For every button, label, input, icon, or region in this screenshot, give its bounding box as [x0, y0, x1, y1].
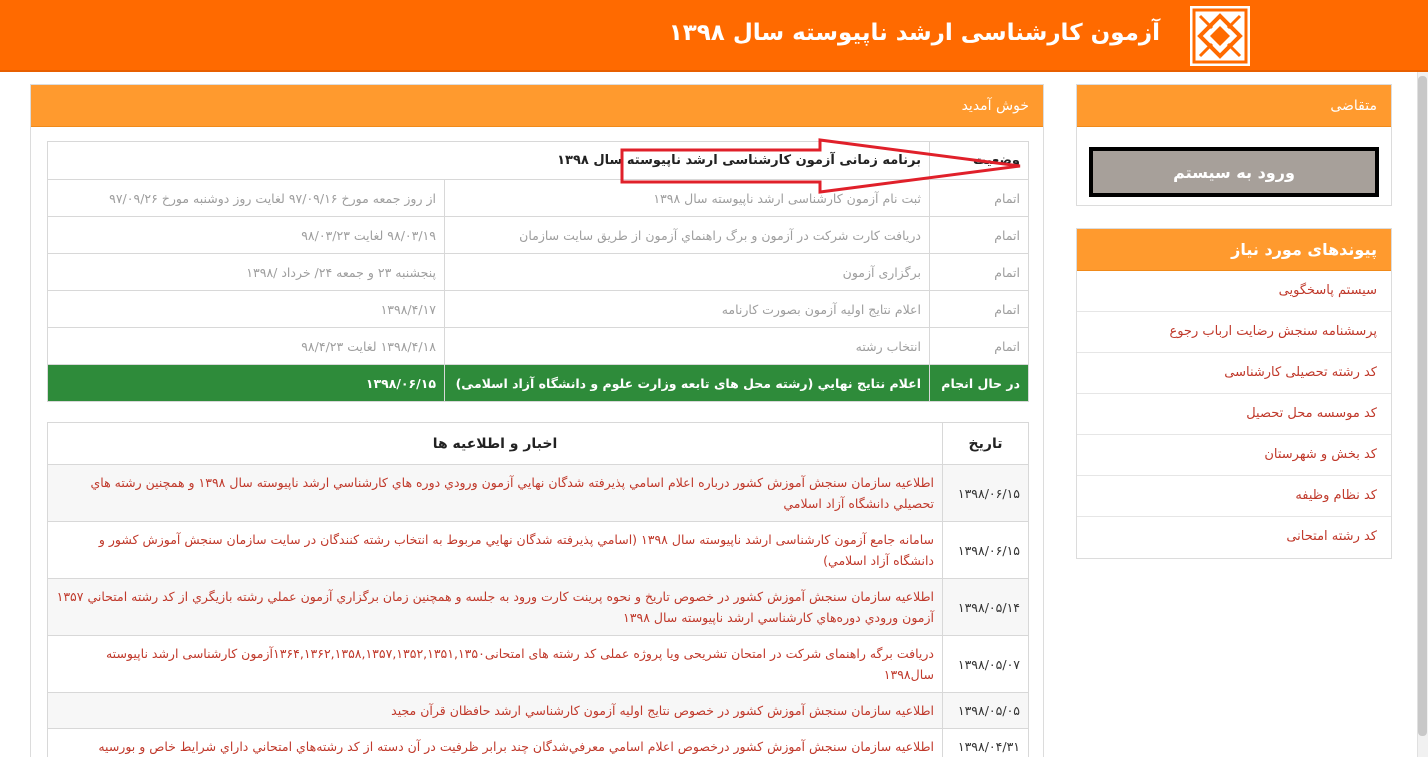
news-date: ۱۳۹۸/۰۴/۳۱	[942, 728, 1029, 757]
schedule-status: اتمام	[929, 290, 1029, 328]
news-row: ۱۳۹۸/۰۵/۰۵ اطلاعيه سازمان سنجش آموزش كشو…	[47, 692, 1029, 729]
schedule-status-header: وضعیت	[929, 141, 1029, 180]
schedule-status: اتمام	[929, 216, 1029, 254]
schedule-header-row: وضعیت برنامه زمانی آزمون کارشناسی ارشد ن…	[47, 141, 1029, 180]
news-header-row: تاریخ اخبار و اطلاعیه ها	[47, 422, 1029, 465]
news-row: ۱۳۹۸/۰۶/۱۵ سامانه جامع آزمون کارشناسی ار…	[47, 521, 1029, 579]
link-exam-field-code[interactable]: کد رشته امتحانی	[1077, 517, 1391, 558]
news-date: ۱۳۹۸/۰۵/۱۴	[942, 578, 1029, 636]
schedule-row: اتمام انتخاب رشته ۱۳۹۸/۴/۱۸ لغایت ۹۸/۴/۲…	[47, 327, 1029, 365]
news-row: ۱۳۹۸/۰۵/۱۴ اطلاعيه سازمان سنجش آموزش كشو…	[47, 578, 1029, 636]
page-scrollbar-thumb[interactable]	[1418, 76, 1427, 736]
sanjesh-logo-icon[interactable]	[1190, 6, 1250, 66]
link-support-system[interactable]: سیستم پاسخگویی	[1077, 271, 1391, 312]
login-button[interactable]: ورود به سیستم	[1089, 147, 1379, 197]
news-table: تاریخ اخبار و اطلاعیه ها ۱۳۹۸/۰۶/۱۵ اطلا…	[47, 422, 1029, 757]
welcome-panel-title: خوش آمدید	[31, 85, 1043, 127]
applicant-panel: متقاضی ورود به سیستم	[1076, 84, 1392, 206]
news-date-header: تاریخ	[942, 422, 1029, 465]
schedule-row-in-progress: در حال انجام اعلام نتايج نهايي (رشته محل…	[47, 364, 1029, 402]
applicant-panel-title: متقاضی	[1077, 85, 1391, 127]
news-link[interactable]: دریافت برگه راهنمای شرکت در امتحان تشریح…	[47, 635, 943, 693]
link-county-code[interactable]: کد بخش و شهرستان	[1077, 435, 1391, 476]
links-panel-title: پیوندهای مورد نیاز	[1077, 229, 1391, 271]
schedule-date: پنجشنبه ۲۳ و جمعه ۲۴/ خرداد /۱۳۹۸	[47, 253, 445, 291]
required-links-panel: پیوندهای مورد نیاز سیستم پاسخگویی پرسشنا…	[1076, 228, 1392, 559]
schedule-title: برگزاری آزمون	[444, 253, 930, 291]
news-link[interactable]: اطلاعيه سازمان سنجش آموزش كشور درباره اع…	[47, 464, 943, 522]
link-satisfaction-survey[interactable]: پرسشنامه سنجش رضایت ارباب رجوع	[1077, 312, 1391, 353]
top-header: آزمون کارشناسی ارشد ناپیوسته سال ۱۳۹۸	[0, 0, 1428, 72]
news-date: ۱۳۹۸/۰۵/۰۷	[942, 635, 1029, 693]
schedule-row: اتمام برگزاری آزمون پنجشنبه ۲۳ و جمعه ۲۴…	[47, 253, 1029, 291]
schedule-table: وضعیت برنامه زمانی آزمون کارشناسی ارشد ن…	[47, 141, 1029, 402]
news-date: ۱۳۹۸/۰۶/۱۵	[942, 464, 1029, 522]
schedule-title-header: برنامه زمانی آزمون کارشناسی ارشد ناپیوست…	[47, 141, 930, 180]
schedule-row: اتمام دریافت کارت شرکت در آزمون و برگ را…	[47, 216, 1029, 254]
news-date: ۱۳۹۸/۰۶/۱۵	[942, 521, 1029, 579]
schedule-date: ۱۳۹۸/۴/۱۷	[47, 290, 445, 328]
schedule-row: اتمام اعلام نتايج اوليه آزمون بصورت کارن…	[47, 290, 1029, 328]
schedule-title: ثبت نام آزمون کارشناسی ارشد ناپیوسته سال…	[444, 179, 930, 217]
news-title-header: اخبار و اطلاعیه ها	[47, 422, 943, 465]
link-institution-code[interactable]: کد موسسه محل تحصیل	[1077, 394, 1391, 435]
news-row: ۱۳۹۸/۰۴/۳۱ اطلاعيه سازمان سنجش آموزش كشو…	[47, 728, 1029, 757]
schedule-date: از روز جمعه مورخ ۹۷/۰۹/۱۶ لغایت روز دوشن…	[47, 179, 445, 217]
schedule-status: در حال انجام	[929, 364, 1029, 402]
news-link[interactable]: اطلاعيه سازمان سنجش آموزش كشور در خصوص ت…	[47, 578, 943, 636]
schedule-date: ۱۳۹۸/۴/۱۸ لغایت ۹۸/۴/۲۳	[47, 327, 445, 365]
news-link[interactable]: اطلاعيه سازمان سنجش آموزش كشور در خصوص ن…	[47, 692, 943, 729]
link-bachelor-field-code[interactable]: کد رشته تحصیلی کارشناسی	[1077, 353, 1391, 394]
schedule-status: اتمام	[929, 179, 1029, 217]
schedule-title: اعلام نتايج اوليه آزمون بصورت کارنامه	[444, 290, 930, 328]
schedule-row: اتمام ثبت نام آزمون کارشناسی ارشد ناپیوس…	[47, 179, 1029, 217]
site-title: آزمون کارشناسی ارشد ناپیوسته سال ۱۳۹۸	[668, 20, 1160, 46]
schedule-title: اعلام نتايج نهايي (رشته محل های تابعه وز…	[444, 364, 930, 402]
news-link[interactable]: اطلاعيه سازمان سنجش آموزش كشور درخصوص اع…	[47, 728, 943, 757]
schedule-status: اتمام	[929, 253, 1029, 291]
news-date: ۱۳۹۸/۰۵/۰۵	[942, 692, 1029, 729]
schedule-title: انتخاب رشته	[444, 327, 930, 365]
schedule-title: دریافت کارت شرکت در آزمون و برگ راهنماي …	[444, 216, 930, 254]
schedule-date: ۱۳۹۸/۰۶/۱۵	[47, 364, 445, 402]
schedule-date: ۹۸/۰۳/۱۹ لغایت ۹۸/۰۳/۲۳	[47, 216, 445, 254]
welcome-panel: خوش آمدید وضعیت برنامه زمانی آزمون کارشن…	[30, 84, 1044, 757]
schedule-status: اتمام	[929, 327, 1029, 365]
news-row: ۱۳۹۸/۰۵/۰۷ دریافت برگه راهنمای شرکت در ا…	[47, 635, 1029, 693]
news-link[interactable]: سامانه جامع آزمون کارشناسی ارشد ناپیوسته…	[47, 521, 943, 579]
link-military-service-code[interactable]: کد نظام وظیفه	[1077, 476, 1391, 517]
news-row: ۱۳۹۸/۰۶/۱۵ اطلاعيه سازمان سنجش آموزش كشو…	[47, 464, 1029, 522]
